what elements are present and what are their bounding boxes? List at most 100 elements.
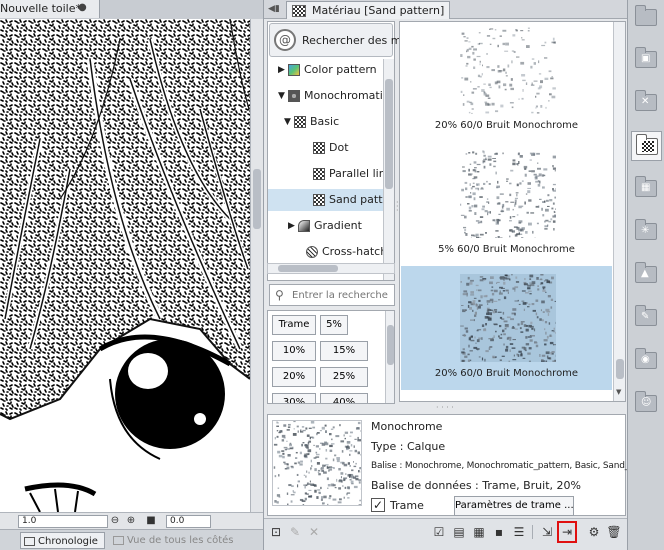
noise-dot — [520, 331, 524, 333]
tree-item[interactable]: Dot — [268, 137, 383, 159]
drawing-canvas[interactable] — [0, 19, 250, 512]
noise-dot — [347, 497, 350, 499]
trame-checkbox[interactable]: ✓ — [371, 498, 385, 512]
tree-item[interactable]: ▶ Gradient — [268, 215, 383, 237]
panel-menu-icon[interactable]: ◀▮ — [268, 4, 280, 14]
dock-folder-7[interactable]: ▲ — [631, 260, 662, 290]
tree-item[interactable]: Parallel line — [268, 163, 383, 185]
small-thumbnail-view-icon[interactable]: ▪ — [491, 524, 507, 540]
dock-folder-3[interactable]: ✕ — [631, 88, 662, 118]
noise-dot — [550, 218, 553, 221]
document-tab[interactable]: Nouvelle toile* ● — [0, 0, 100, 18]
tree-vertical-scrollbar[interactable] — [383, 59, 394, 280]
material-vertical-scrollbar[interactable]: ▼ — [613, 22, 625, 401]
noise-dot — [461, 359, 465, 362]
tag-button[interactable]: 10% — [272, 341, 316, 361]
scroll-down-icon[interactable]: ▼ — [616, 388, 621, 396]
collapsed-arrow-icon[interactable]: ▶ — [288, 215, 295, 237]
noise-dot — [541, 174, 544, 177]
tree-item[interactable]: ▼ Monochromatic pattern — [268, 85, 383, 107]
properties-grip-icon[interactable]: · · · · — [436, 403, 454, 412]
checkbox-view-icon[interactable]: ☑ — [431, 524, 447, 540]
large-thumbnail-view-icon[interactable]: ▦ — [471, 524, 487, 540]
search-materials-button[interactable]: @ Rechercher des matériaux — [269, 23, 447, 57]
expanded-arrow-icon[interactable]: ▼ — [284, 111, 291, 133]
material-item[interactable]: 20% 60/0 Bruit Monochrome — [401, 266, 612, 390]
tree-item[interactable]: Cross-hatching — [268, 241, 383, 263]
collapsed-arrow-icon[interactable]: ▶ — [278, 59, 285, 81]
noise-dot — [469, 163, 472, 165]
detail-view-icon[interactable]: ▤ — [451, 524, 467, 540]
dock-folder-9[interactable]: ◉ — [631, 346, 662, 376]
tree-scroll-thumb[interactable] — [385, 79, 393, 189]
noise-dot — [468, 47, 472, 50]
noise-dot — [520, 229, 524, 232]
tree-item[interactable]: ▼ Basic — [268, 111, 383, 133]
noise-dot — [538, 73, 542, 75]
tag-button[interactable]: 40% — [320, 393, 368, 403]
noise-dot — [539, 279, 543, 281]
dock-folder-monochrome[interactable] — [631, 131, 662, 161]
noise-dot — [476, 306, 479, 310]
noise-dot — [514, 328, 518, 330]
tag-scroll-thumb[interactable] — [387, 325, 394, 365]
noise-dot — [276, 421, 278, 424]
edit-folder-icon[interactable]: ✎ — [287, 524, 303, 540]
zoom-in-icon[interactable]: ⊕ — [124, 514, 138, 528]
tab-side-view[interactable]: Vue de tous les côtés — [110, 532, 240, 549]
material-item[interactable]: 5% 60/0 Bruit Monochrome — [401, 142, 612, 266]
tag-search-input[interactable] — [292, 287, 392, 303]
tab-material[interactable]: Matériau [Sand pattern] — [286, 1, 451, 19]
noise-dot — [500, 237, 503, 238]
noise-dot — [520, 30, 524, 32]
tree-item-label: Sand pattern — [329, 193, 383, 206]
trash-icon[interactable]: 🗑 — [606, 524, 622, 540]
noise-dot — [500, 333, 503, 336]
tree-horizontal-scrollbar[interactable] — [267, 263, 395, 274]
noise-dot — [483, 165, 486, 169]
tag-button[interactable]: Trame — [272, 315, 316, 335]
tag-vertical-scrollbar[interactable] — [385, 311, 394, 403]
new-folder-icon[interactable]: ⊡ — [268, 524, 284, 540]
tag-button[interactable]: 20% — [272, 367, 316, 387]
noise-dot — [325, 430, 327, 434]
canvas-vertical-scrollbar[interactable] — [250, 19, 263, 512]
tag-button[interactable]: 5% — [320, 315, 348, 335]
zoom-field[interactable]: 1.0 — [18, 515, 108, 528]
material-list: 20% 60/0 Bruit Monochrome 5% 60/0 Bruit M… — [399, 21, 626, 402]
dock-folder-5[interactable]: ▦ — [631, 174, 662, 204]
settings-gear-icon[interactable]: ⚙ — [586, 524, 602, 540]
material-item[interactable]: 20% 60/0 Bruit Monochrome — [401, 22, 612, 142]
dock-folder-8[interactable]: ✎ — [631, 303, 662, 333]
expanded-arrow-icon[interactable]: ▼ — [278, 85, 285, 107]
noise-dot — [510, 169, 514, 172]
noise-dot — [509, 102, 514, 104]
rotation-field[interactable]: 0.0 — [166, 515, 211, 528]
tree-item[interactable]: ▶ Color pattern — [268, 59, 383, 81]
dock-folder-2[interactable]: ▣ — [631, 45, 662, 75]
dock-folder-10[interactable]: ☺ — [631, 389, 662, 419]
tree-item[interactable]: Sand pattern — [268, 189, 383, 211]
tab-timeline[interactable]: Chronologie — [20, 532, 105, 549]
fit-view-icon[interactable]: ■ — [144, 514, 158, 528]
delete-folder-icon[interactable]: ✕ — [306, 524, 322, 540]
tag-button[interactable]: 15% — [320, 341, 368, 361]
material-scroll-thumb[interactable] — [616, 359, 624, 379]
cross-glyph-icon: ✕ — [641, 96, 650, 107]
zoom-out-icon[interactable]: ⊖ — [108, 514, 122, 528]
paste-to-canvas-icon[interactable]: ⇲ — [539, 524, 555, 540]
noise-dot — [490, 289, 494, 292]
noise-dot — [533, 328, 536, 332]
tree-hscroll-thumb[interactable] — [278, 265, 338, 272]
tag-button[interactable]: 25% — [320, 367, 368, 387]
dock-folder-1[interactable] — [631, 3, 662, 33]
canvas-scroll-thumb[interactable] — [253, 169, 261, 229]
tag-button[interactable]: 30% — [272, 393, 316, 403]
noise-dot — [504, 50, 509, 52]
tag-search-box[interactable]: ⚲ — [269, 284, 395, 306]
trame-settings-button[interactable]: Paramètres de trame ... — [454, 496, 574, 516]
dock-folder-6[interactable]: ✳ — [631, 217, 662, 247]
noise-dot — [551, 76, 553, 78]
document-close-dot-icon[interactable]: ● — [78, 2, 87, 13]
list-view-icon[interactable]: ☰ — [511, 524, 527, 540]
